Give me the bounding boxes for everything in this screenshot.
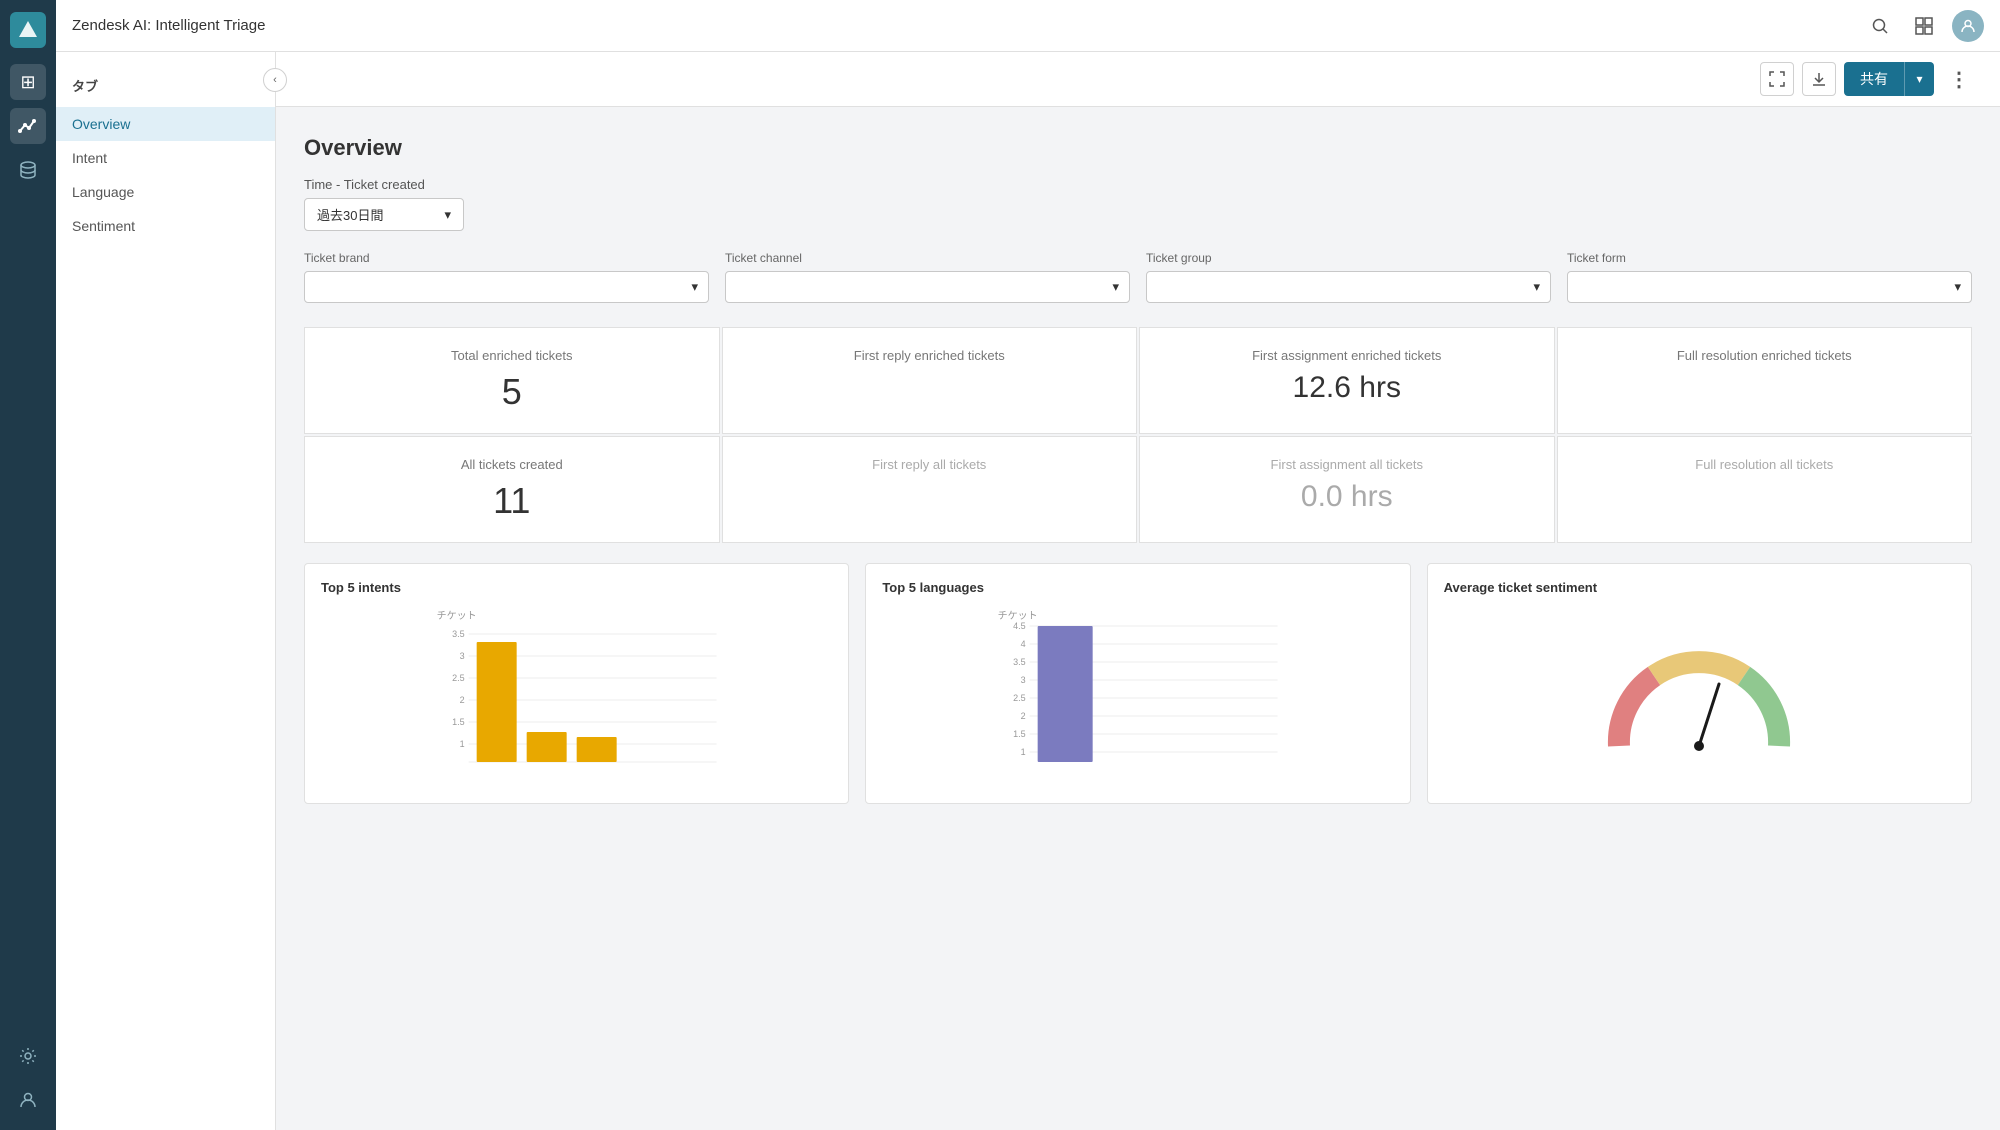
ticket-form-select[interactable]: ▾ xyxy=(1567,271,1972,303)
svg-text:4.5: 4.5 xyxy=(1013,621,1026,631)
sidebar-item-intent[interactable]: Intent xyxy=(56,141,275,175)
total-enriched-tickets-label: Total enriched tickets xyxy=(329,348,695,363)
top5-intents-chart: Top 5 intents チケット 3.5 3 2.5 2 1.5 1 xyxy=(304,563,849,804)
filter-row: Ticket brand ▾ Ticket channel ▾ Ticket g… xyxy=(304,251,1972,303)
nav-settings-icon[interactable] xyxy=(10,1038,46,1074)
app-title: Zendesk AI: Intelligent Triage xyxy=(276,17,1864,34)
topbar: Zendesk AI: Intelligent Triage xyxy=(276,0,2000,52)
svg-text:3.5: 3.5 xyxy=(452,629,465,639)
nav-analytics-icon[interactable] xyxy=(10,108,46,144)
first-reply-all-tickets-card: First reply all tickets xyxy=(722,436,1138,543)
svg-text:1: 1 xyxy=(460,739,465,749)
app-logo[interactable] xyxy=(10,12,46,48)
all-tickets-created-label: All tickets created xyxy=(329,457,695,472)
full-resolution-all-tickets-label: Full resolution all tickets xyxy=(1582,457,1948,472)
svg-text:3.5: 3.5 xyxy=(1013,657,1026,667)
share-button[interactable]: 共有 xyxy=(1844,62,1904,96)
sidebar-item-sentiment[interactable]: Sentiment xyxy=(56,209,275,243)
svg-text:3: 3 xyxy=(460,651,465,661)
svg-text:4: 4 xyxy=(1021,639,1026,649)
ticket-brand-select[interactable]: ▾ xyxy=(304,271,709,303)
ticket-channel-chevron: ▾ xyxy=(1112,279,1119,295)
time-filter-chevron: ▾ xyxy=(444,207,451,223)
svg-text:1.5: 1.5 xyxy=(452,717,465,727)
time-filter-value: 過去30日間 xyxy=(317,205,383,224)
all-tickets-created-value: 11 xyxy=(329,480,695,522)
svg-text:2: 2 xyxy=(1021,711,1026,721)
time-filter-dropdown[interactable]: 過去30日間 ▾ xyxy=(304,198,464,231)
ticket-form-chevron: ▾ xyxy=(1954,279,1961,295)
full-resolution-enriched-tickets-card: Full resolution enriched tickets xyxy=(1557,327,1973,434)
ticket-channel-label: Ticket channel xyxy=(725,251,1130,265)
share-button-group: 共有 ▾ xyxy=(1844,62,1934,96)
charts-row: Top 5 intents チケット 3.5 3 2.5 2 1.5 1 xyxy=(304,563,1972,804)
ticket-channel-select[interactable]: ▾ xyxy=(725,271,1130,303)
svg-text:2.5: 2.5 xyxy=(452,673,465,683)
time-filter-section: Time - Ticket created 過去30日間 ▾ xyxy=(304,177,1972,231)
sidebar: ‹ タブ Overview Intent Language Sentiment xyxy=(56,0,276,1130)
ticket-group-select[interactable]: ▾ xyxy=(1146,271,1551,303)
svg-text:1.5: 1.5 xyxy=(1013,729,1026,739)
ticket-group-filter: Ticket group ▾ xyxy=(1146,251,1551,303)
nav-database-icon[interactable] xyxy=(10,152,46,188)
first-assignment-enriched-tickets-label: First assignment enriched tickets xyxy=(1164,348,1530,363)
ticket-brand-chevron: ▾ xyxy=(691,279,698,295)
first-reply-enriched-tickets-card: First reply enriched tickets xyxy=(722,327,1138,434)
expand-icon[interactable] xyxy=(1760,62,1794,96)
svg-text:2.5: 2.5 xyxy=(1013,693,1026,703)
top5-intents-area: チケット 3.5 3 2.5 2 1.5 1 xyxy=(321,607,832,787)
search-icon[interactable] xyxy=(1864,10,1896,42)
page-title: Overview xyxy=(304,135,1972,161)
svg-text:2: 2 xyxy=(460,695,465,705)
total-enriched-tickets-value: 5 xyxy=(329,371,695,413)
main-toolbar: 共有 ▾ ⋮ xyxy=(276,52,2000,107)
avg-sentiment-chart: Average ticket sentiment xyxy=(1427,563,1972,804)
metrics-row-2: All tickets created 11 First reply all t… xyxy=(304,436,1972,543)
more-options-button[interactable]: ⋮ xyxy=(1942,62,1976,96)
gauge-container xyxy=(1444,607,1955,814)
first-assignment-all-tickets-value: 0.0 hrs xyxy=(1164,480,1530,514)
ticket-form-filter: Ticket form ▾ xyxy=(1567,251,1972,303)
full-resolution-enriched-tickets-label: Full resolution enriched tickets xyxy=(1582,348,1948,363)
nav-rail: ⊞ xyxy=(0,0,56,1130)
download-icon[interactable] xyxy=(1802,62,1836,96)
top5-intents-title: Top 5 intents xyxy=(321,580,832,595)
sidebar-item-language[interactable]: Language xyxy=(56,175,275,209)
first-reply-enriched-tickets-label: First reply enriched tickets xyxy=(747,348,1113,363)
content-area: Overview Time - Ticket created 過去30日間 ▾ … xyxy=(276,107,2000,832)
sidebar-item-overview[interactable]: Overview xyxy=(56,107,275,141)
ticket-group-label: Ticket group xyxy=(1146,251,1551,265)
svg-text:3: 3 xyxy=(1021,675,1026,685)
svg-text:チケット: チケット xyxy=(437,610,477,622)
time-filter-label: Time - Ticket created xyxy=(304,177,1972,192)
top5-languages-chart: Top 5 languages チケット 4.5 4 3.5 3 2.5 2 1… xyxy=(865,563,1410,804)
first-assignment-all-tickets-label: First assignment all tickets xyxy=(1164,457,1530,472)
first-assignment-enriched-tickets-card: First assignment enriched tickets 12.6 h… xyxy=(1139,327,1555,434)
metrics-row-1: Total enriched tickets 5 First reply enr… xyxy=(304,327,1972,434)
all-tickets-created-card: All tickets created 11 xyxy=(304,436,720,543)
ticket-group-chevron: ▾ xyxy=(1533,279,1540,295)
sidebar-section-label: タブ xyxy=(56,68,275,107)
first-assignment-enriched-tickets-value: 12.6 hrs xyxy=(1164,371,1530,405)
svg-text:1: 1 xyxy=(1021,747,1026,757)
avg-sentiment-title: Average ticket sentiment xyxy=(1444,580,1955,595)
ticket-form-label: Ticket form xyxy=(1567,251,1972,265)
topbar-actions xyxy=(1864,10,1984,42)
full-resolution-all-tickets-card: Full resolution all tickets xyxy=(1557,436,1973,543)
nav-user-icon[interactable] xyxy=(10,1082,46,1118)
ticket-channel-filter: Ticket channel ▾ xyxy=(725,251,1130,303)
user-avatar[interactable] xyxy=(1952,10,1984,42)
top5-languages-title: Top 5 languages xyxy=(882,580,1393,595)
first-assignment-all-tickets-card: First assignment all tickets 0.0 hrs xyxy=(1139,436,1555,543)
first-reply-all-tickets-label: First reply all tickets xyxy=(747,457,1113,472)
share-caret-button[interactable]: ▾ xyxy=(1904,62,1934,96)
ticket-brand-label: Ticket brand xyxy=(304,251,709,265)
nav-home-icon[interactable]: ⊞ xyxy=(10,64,46,100)
ticket-brand-filter: Ticket brand ▾ xyxy=(304,251,709,303)
top5-languages-area: チケット 4.5 4 3.5 3 2.5 2 1.5 1 xyxy=(882,607,1393,787)
grid-icon[interactable] xyxy=(1908,10,1940,42)
total-enriched-tickets-card: Total enriched tickets 5 xyxy=(304,327,720,434)
main-content: Zendesk AI: Intelligent Triage 共有 ▾ ⋮ xyxy=(276,0,2000,1130)
sidebar-collapse-button[interactable]: ‹ xyxy=(263,68,287,92)
